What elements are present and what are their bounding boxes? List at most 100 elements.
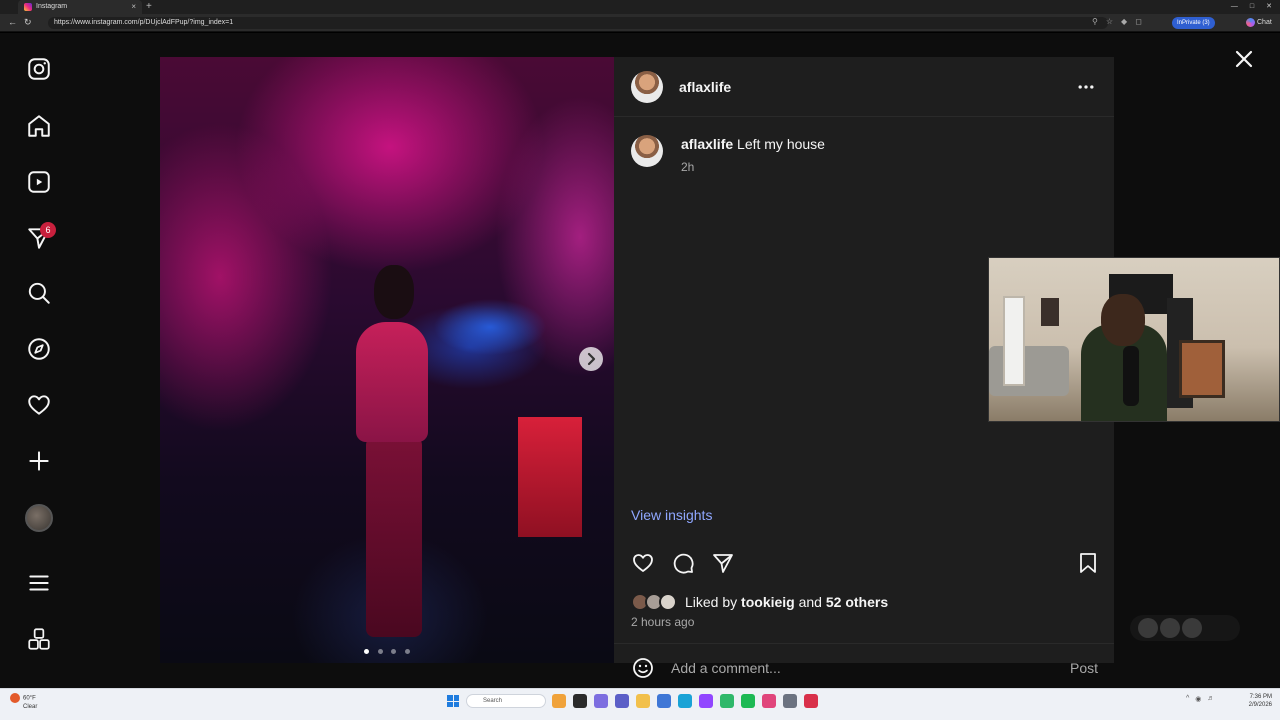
inprivate-badge[interactable]: InPrivate (3) xyxy=(1172,17,1215,29)
reels-icon[interactable] xyxy=(26,169,52,195)
task-view-icon[interactable] xyxy=(573,694,587,708)
wifi-icon[interactable]: ◉ xyxy=(1195,695,1201,703)
app-icon[interactable] xyxy=(804,694,818,708)
caption-username[interactable]: aflaxlife xyxy=(681,136,733,152)
extensions-icon[interactable]: ◆ xyxy=(1121,17,1127,26)
app-icon[interactable] xyxy=(720,694,734,708)
caption: aflaxlife Left my house xyxy=(681,136,825,152)
webcam-framed-poster-shape xyxy=(1179,340,1225,398)
instagram-logo-icon[interactable] xyxy=(26,56,52,82)
post-comment-button[interactable]: Post xyxy=(1070,660,1098,676)
emoji-icon[interactable] xyxy=(631,656,655,680)
menu-hamburger-icon[interactable] xyxy=(26,570,52,596)
comment-icon[interactable] xyxy=(671,551,695,575)
message-avatar xyxy=(1160,618,1180,638)
browser-tab-bar: Instagram × + — □ ✕ xyxy=(0,0,1280,14)
close-tab-icon[interactable]: × xyxy=(131,0,136,14)
caption-avatar[interactable] xyxy=(631,135,663,167)
weather-temp: 60°F xyxy=(23,695,36,702)
create-plus-icon[interactable] xyxy=(26,448,52,474)
volume-icon[interactable]: ♬ xyxy=(1207,695,1214,703)
instagram-favicon-icon xyxy=(24,3,32,11)
toolbar-icons: ⚲ ☆ ◆ ◻ xyxy=(1092,17,1142,26)
browser-tab-instagram[interactable]: Instagram × xyxy=(18,0,142,14)
search-icon[interactable] xyxy=(26,280,52,306)
share-icon[interactable] xyxy=(711,551,735,575)
url-field[interactable]: https://www.instagram.com/p/DUjclAdFPup/… xyxy=(48,17,1108,29)
chevron-up-icon[interactable]: ^ xyxy=(1186,695,1189,703)
save-bookmark-icon[interactable] xyxy=(1076,551,1100,575)
author-username[interactable]: aflaxlife xyxy=(679,79,731,95)
refresh-icon[interactable]: ↻ xyxy=(24,17,32,28)
carousel-dot-active xyxy=(364,649,370,654)
comment-bar: Post xyxy=(614,643,1114,693)
taskbar-search[interactable]: Search xyxy=(466,694,546,708)
instagram-app-icon[interactable] xyxy=(762,694,776,708)
author-avatar[interactable] xyxy=(631,71,663,103)
instagram-page: 6 aflaxlife aflaxlife Left my house 2h V… xyxy=(0,33,1280,688)
settings-app-icon[interactable] xyxy=(783,694,797,708)
liked-by-and: and xyxy=(798,594,822,610)
start-windows-icon[interactable] xyxy=(447,695,459,707)
back-icon[interactable]: ← xyxy=(8,17,17,27)
teams-app-icon[interactable] xyxy=(615,694,629,708)
taskbar-apps xyxy=(552,694,818,708)
webcam-head-shape xyxy=(1101,294,1145,346)
spotify-app-icon[interactable] xyxy=(741,694,755,708)
window-controls: — □ ✕ xyxy=(1231,0,1280,14)
likes-summary: Liked by tookieig and 52 others xyxy=(685,594,888,610)
carousel-next-icon[interactable] xyxy=(579,347,603,371)
view-insights-link[interactable]: View insights xyxy=(631,507,712,523)
maximize-icon[interactable]: □ xyxy=(1250,0,1254,14)
tab-title: Instagram xyxy=(36,3,68,10)
notifications-heart-icon[interactable] xyxy=(26,392,52,418)
liked-by-user[interactable]: tookieig xyxy=(741,594,795,610)
person-head-shape xyxy=(374,265,414,319)
person-body-shape xyxy=(356,322,428,442)
caption-text: Left my house xyxy=(737,136,825,152)
messages-badge: 6 xyxy=(40,222,56,238)
carousel-dot xyxy=(391,649,397,654)
post-age: 2 hours ago xyxy=(631,615,695,629)
also-from-meta-icon[interactable] xyxy=(26,626,52,652)
webcam-mic-shape xyxy=(1123,346,1139,406)
explore-icon[interactable] xyxy=(26,336,52,362)
profile-avatar[interactable] xyxy=(25,504,53,532)
liked-by-others[interactable]: 52 others xyxy=(826,594,888,610)
clock[interactable]: 7:36 PM 2/9/2026 xyxy=(1249,693,1272,709)
minimize-icon[interactable]: — xyxy=(1231,0,1238,14)
message-avatar xyxy=(1182,618,1202,638)
system-tray-icons: ^ ◉ ♬ xyxy=(1186,695,1214,703)
webcam-overlay xyxy=(988,257,1280,422)
new-tab-button[interactable]: + xyxy=(146,0,152,14)
store-app-icon[interactable] xyxy=(657,694,671,708)
widget-app-icon[interactable] xyxy=(552,694,566,708)
copilot-icon xyxy=(1246,17,1255,27)
copilot-app-icon[interactable] xyxy=(594,694,608,708)
zoom-icon[interactable]: ⚲ xyxy=(1092,17,1098,26)
edge-browser-icon[interactable] xyxy=(678,694,692,708)
more-options-icon[interactable] xyxy=(1076,77,1096,97)
weather-desc: Clear xyxy=(23,704,38,710)
carousel-dot xyxy=(404,649,410,654)
home-icon[interactable] xyxy=(26,113,52,139)
carousel-dots xyxy=(160,641,614,659)
comment-input[interactable] xyxy=(671,658,1051,678)
file-explorer-icon[interactable] xyxy=(636,694,650,708)
weather-widget[interactable]: 60°F Clear xyxy=(10,693,37,711)
webcam-poster-shape xyxy=(1041,298,1059,326)
close-window-icon[interactable]: ✕ xyxy=(1266,0,1272,14)
favorite-icon[interactable]: ☆ xyxy=(1106,17,1113,26)
message-avatar xyxy=(1138,618,1158,638)
clock-date: 2/9/2026 xyxy=(1248,702,1272,708)
webcam-couch-shape xyxy=(989,346,1069,396)
close-post-icon[interactable] xyxy=(1232,47,1256,71)
weather-icon xyxy=(10,693,20,703)
chat-button[interactable]: Chat xyxy=(1246,17,1272,29)
messages-bubble[interactable] xyxy=(1130,615,1240,641)
like-heart-icon[interactable] xyxy=(631,551,655,575)
post-actions xyxy=(614,537,1114,587)
twitch-app-icon[interactable] xyxy=(699,694,713,708)
collections-icon[interactable]: ◻ xyxy=(1135,17,1142,26)
sidebar: 6 xyxy=(0,33,78,688)
